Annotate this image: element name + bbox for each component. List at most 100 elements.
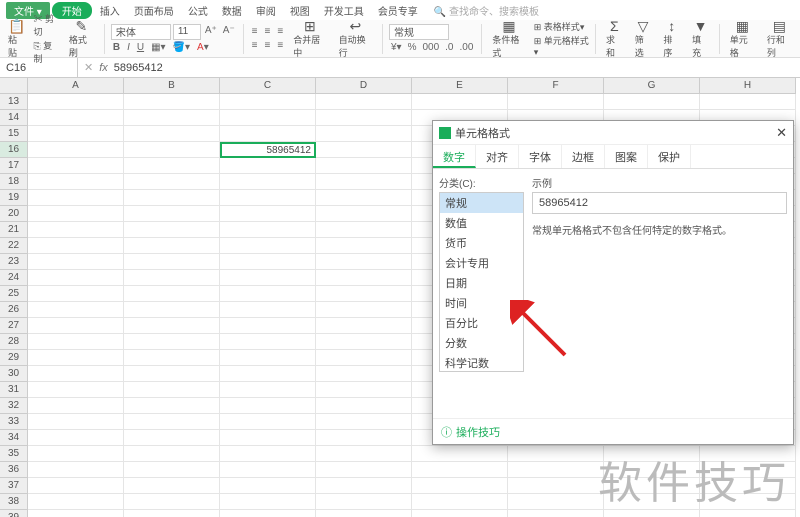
col-header[interactable]: B bbox=[124, 78, 220, 94]
align-top-icon[interactable]: ≡ bbox=[250, 25, 260, 38]
cell[interactable] bbox=[700, 462, 796, 478]
cell[interactable] bbox=[28, 286, 124, 302]
row-header[interactable]: 27 bbox=[0, 318, 28, 334]
cell[interactable] bbox=[220, 158, 316, 174]
cell[interactable] bbox=[316, 190, 412, 206]
border-button[interactable]: ▦▾ bbox=[149, 41, 167, 54]
cell[interactable] bbox=[220, 286, 316, 302]
category-item[interactable]: 数值 bbox=[440, 213, 523, 233]
percent-icon[interactable]: % bbox=[406, 41, 419, 54]
fx-icon[interactable]: fx bbox=[99, 62, 108, 74]
row-header[interactable]: 31 bbox=[0, 382, 28, 398]
category-item[interactable]: 会计专用 bbox=[440, 253, 523, 273]
cell[interactable] bbox=[220, 238, 316, 254]
dialog-title-bar[interactable]: 单元格格式 ✕ bbox=[433, 121, 793, 145]
cell[interactable] bbox=[700, 478, 796, 494]
tab-number[interactable]: 数字 bbox=[433, 145, 476, 168]
cell[interactable]: 58965412 bbox=[220, 142, 316, 158]
cell[interactable] bbox=[700, 494, 796, 510]
category-item[interactable]: 百分比 bbox=[440, 313, 523, 333]
cell[interactable] bbox=[700, 94, 796, 110]
cell[interactable] bbox=[316, 462, 412, 478]
font-shrink-icon[interactable]: A⁻ bbox=[221, 24, 237, 40]
cell[interactable] bbox=[28, 94, 124, 110]
cell[interactable] bbox=[28, 350, 124, 366]
cell[interactable] bbox=[28, 414, 124, 430]
format-brush-button[interactable]: ✎格式刷 bbox=[65, 17, 98, 61]
cell[interactable] bbox=[124, 430, 220, 446]
category-item[interactable]: 时间 bbox=[440, 293, 523, 313]
fx-cancel-icon[interactable]: ✕ bbox=[84, 61, 93, 74]
italic-button[interactable]: I bbox=[125, 41, 132, 54]
rowcol-button[interactable]: ▤行和列 bbox=[763, 17, 796, 61]
cell[interactable] bbox=[28, 222, 124, 238]
row-header[interactable]: 28 bbox=[0, 334, 28, 350]
fill-button[interactable]: ▼填充 bbox=[688, 17, 713, 61]
col-header[interactable]: G bbox=[604, 78, 700, 94]
menu-page-layout[interactable]: 页面布局 bbox=[128, 2, 180, 19]
row-header[interactable]: 38 bbox=[0, 494, 28, 510]
cell[interactable] bbox=[124, 302, 220, 318]
cell[interactable] bbox=[28, 238, 124, 254]
cell[interactable] bbox=[124, 414, 220, 430]
col-header[interactable]: C bbox=[220, 78, 316, 94]
cell[interactable] bbox=[412, 494, 508, 510]
cell[interactable] bbox=[220, 126, 316, 142]
row-header[interactable]: 20 bbox=[0, 206, 28, 222]
cell[interactable] bbox=[508, 494, 604, 510]
cell[interactable] bbox=[124, 478, 220, 494]
cell[interactable] bbox=[28, 110, 124, 126]
cell[interactable] bbox=[124, 126, 220, 142]
cell[interactable] bbox=[124, 254, 220, 270]
cell[interactable] bbox=[316, 238, 412, 254]
cell[interactable] bbox=[124, 286, 220, 302]
sum-button[interactable]: Σ求和 bbox=[602, 17, 627, 61]
row-header[interactable]: 39 bbox=[0, 510, 28, 517]
cell[interactable] bbox=[28, 382, 124, 398]
cell[interactable] bbox=[124, 190, 220, 206]
font-color-button[interactable]: A▾ bbox=[195, 41, 211, 54]
paste-button[interactable]: 📋粘贴 bbox=[4, 17, 29, 61]
tab-pattern[interactable]: 图案 bbox=[605, 145, 648, 168]
row-header[interactable]: 30 bbox=[0, 366, 28, 382]
cell[interactable] bbox=[316, 94, 412, 110]
cell[interactable] bbox=[124, 94, 220, 110]
row-header[interactable]: 25 bbox=[0, 286, 28, 302]
cell[interactable] bbox=[28, 254, 124, 270]
cell[interactable] bbox=[508, 462, 604, 478]
table-style-button[interactable]: ⊞ 表格样式▾ bbox=[534, 20, 589, 33]
cell[interactable] bbox=[316, 302, 412, 318]
menu-member[interactable]: 会员专享 bbox=[372, 2, 424, 19]
cell[interactable] bbox=[28, 446, 124, 462]
merge-button[interactable]: ⊞合并居中 bbox=[289, 17, 330, 61]
cell[interactable] bbox=[124, 206, 220, 222]
cell[interactable] bbox=[220, 430, 316, 446]
font-size-combo[interactable]: 11 bbox=[173, 24, 201, 40]
row-header[interactable]: 18 bbox=[0, 174, 28, 190]
cell[interactable] bbox=[124, 110, 220, 126]
cell[interactable] bbox=[316, 334, 412, 350]
col-header[interactable]: H bbox=[700, 78, 796, 94]
cell[interactable] bbox=[124, 222, 220, 238]
cell[interactable] bbox=[220, 270, 316, 286]
cell[interactable] bbox=[28, 270, 124, 286]
bold-button[interactable]: B bbox=[111, 41, 122, 54]
category-item[interactable]: 货币 bbox=[440, 233, 523, 253]
col-header[interactable]: F bbox=[508, 78, 604, 94]
cell[interactable] bbox=[412, 510, 508, 517]
cell[interactable] bbox=[28, 158, 124, 174]
cell[interactable] bbox=[316, 270, 412, 286]
cell[interactable] bbox=[316, 494, 412, 510]
cell[interactable] bbox=[316, 446, 412, 462]
align-mid-icon[interactable]: ≡ bbox=[263, 25, 273, 38]
cell[interactable] bbox=[316, 174, 412, 190]
cell[interactable] bbox=[220, 462, 316, 478]
cell[interactable] bbox=[220, 446, 316, 462]
cell[interactable] bbox=[604, 94, 700, 110]
cell[interactable] bbox=[124, 270, 220, 286]
tips-link[interactable]: 操作技巧 bbox=[456, 424, 500, 440]
cell[interactable] bbox=[220, 94, 316, 110]
cell[interactable] bbox=[316, 158, 412, 174]
cell[interactable] bbox=[124, 382, 220, 398]
row-header[interactable]: 29 bbox=[0, 350, 28, 366]
